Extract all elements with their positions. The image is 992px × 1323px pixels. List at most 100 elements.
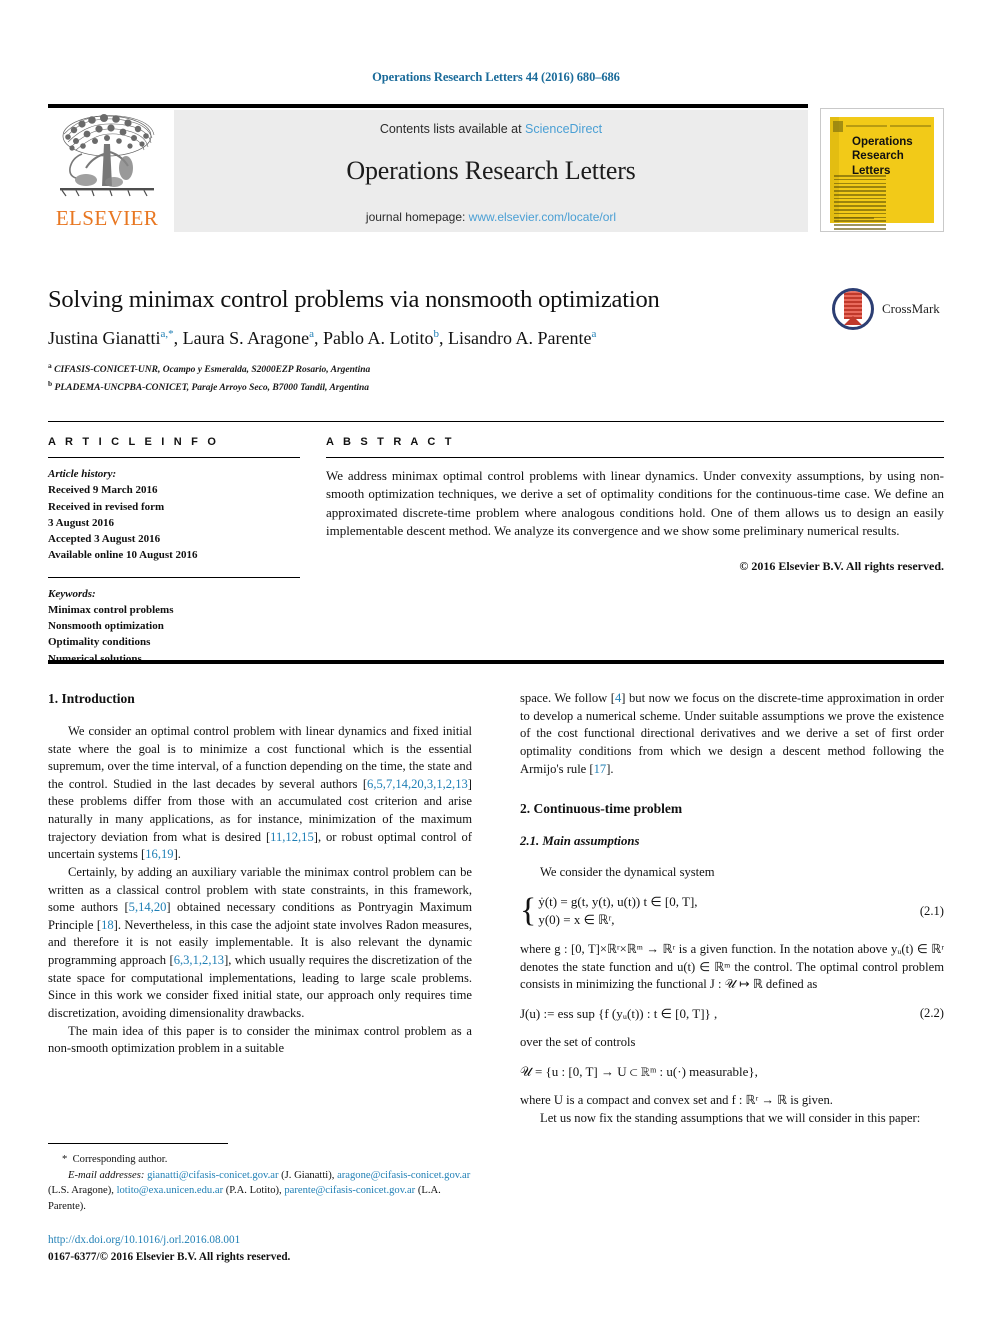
running-head: Operations Research Letters 44 (2016) 68… [372, 70, 620, 84]
equation-2-1-number: (2.1) [919, 903, 944, 918]
crossmark-bars [844, 291, 862, 319]
citation-ref[interactable]: 6,5,7,14,20,3,1,2,13 [367, 777, 468, 791]
abstract-text: We address minimax optimal control probl… [326, 468, 944, 539]
cover-topline-2 [890, 125, 931, 127]
sciencedirect-link[interactable]: ScienceDirect [525, 122, 602, 136]
corresponding-author-line: * Corresponding author. [62, 1154, 168, 1165]
cover-crest-icon [833, 120, 843, 132]
journal-homepage-line: journal homepage: www.elsevier.com/locat… [174, 210, 808, 224]
citation-ref[interactable]: 6,3,1,2,13 [174, 953, 224, 967]
article-history: Article history: Received 9 March 2016 R… [48, 466, 300, 564]
cover-title: Operations Research Letters [852, 136, 913, 177]
history-item: Received in revised form [48, 500, 165, 513]
abstract-heading: A B S T R A C T [326, 436, 455, 448]
right-paragraph-1: space. We follow [4] but now we focus on… [520, 691, 944, 776]
body-column-right: space. We follow [4] but now we focus on… [520, 690, 944, 1127]
elsevier-tree-icon [60, 114, 155, 197]
crossmark-badge[interactable]: CrossMark [832, 288, 944, 334]
subsection-heading-main-assumptions: 2.1. Main assumptions [520, 834, 640, 849]
email-owner: (L.S. Aragone), [48, 1185, 114, 1197]
after-control-set: where U is a compact and convex set and … [520, 1093, 833, 1108]
affiliation-b: b PLADEMA-UNCPBA-CONICET, Paraje Arroyo … [48, 378, 370, 394]
equation-control-set: 𝒰 = {u : [0, T] → U ⊂ ℝᵐ : u(·) measurab… [520, 1063, 944, 1081]
body-column-left: 1. Introduction We consider an optimal c… [48, 690, 472, 1058]
equation-2-2-number: (2.2) [919, 1006, 944, 1021]
history-item: Received 9 March 2016 [48, 484, 158, 497]
doi-block: http://dx.doi.org/10.1016/j.orl.2016.08.… [48, 1232, 508, 1266]
keywords-label: Keywords: [48, 587, 96, 600]
equation-2-1-line-2: y(0) = x ∈ ℝʳ, [538, 912, 615, 928]
asterisk-marker: * [62, 1154, 68, 1165]
footnote-block: * Corresponding author. E-mail addresses… [48, 1152, 472, 1214]
email-link[interactable]: parente@cifasis-conicet.gov.ar [284, 1185, 415, 1196]
footnote-rule [48, 1143, 228, 1144]
citation-ref[interactable]: 11,12,15 [270, 830, 314, 844]
last-paragraph: Let us now fix the standing assumptions … [540, 1110, 921, 1125]
article-page: Operations Research Letters 44 (2016) 68… [0, 0, 992, 1323]
citation-ref[interactable]: 18 [101, 918, 114, 932]
cover-inner: Operations Research Letters [830, 117, 934, 230]
elsevier-wordmark: ELSEVIER [55, 206, 159, 230]
email-link[interactable]: lotito@exa.unicen.edu.ar [117, 1185, 224, 1196]
info-divider [48, 457, 300, 458]
intro-paragraph-1: We consider an optimal control problem w… [48, 723, 472, 862]
info-top-rule [48, 421, 944, 422]
affiliation-a: a CIFASIS-CONICET-UNR, Ocampo y Esmerald… [48, 361, 371, 376]
email-link[interactable]: gianatti@cifasis-conicet.gov.ar [147, 1170, 278, 1181]
title-block: Solving minimax control problems via non… [48, 286, 944, 396]
keyword-item: Numerical solutions [48, 652, 142, 665]
abstract-bottom-rule [48, 660, 944, 664]
citation-ref[interactable]: 16,19 [145, 847, 173, 861]
journal-title: Operations Research Letters [346, 156, 636, 185]
keyword-item: Optimality conditions [48, 636, 151, 649]
article-info-heading: A R T I C L E I N F O [48, 436, 220, 448]
contents-prefix: Contents lists available at [379, 122, 526, 136]
elsevier-logo: ELSEVIER [48, 110, 166, 232]
journal-band: Contents lists available at ScienceDirec… [174, 110, 808, 232]
citation-ref[interactable]: 5,14,20 [129, 900, 167, 914]
equation-control-set-body: 𝒰 = {u : [0, T] → U ⊂ ℝᵐ : u(·) measurab… [520, 1063, 758, 1079]
journal-masthead: ELSEVIER Contents lists available at Sci… [48, 104, 944, 232]
journal-homepage-link[interactable]: www.elsevier.com/locate/orl [469, 210, 616, 224]
doi-link[interactable]: http://dx.doi.org/10.1016/j.orl.2016.08.… [48, 1232, 508, 1249]
history-item: Accepted 3 August 2016 [48, 533, 161, 546]
email-owner: (P.A. Lotito), [225, 1185, 282, 1197]
keyword-item: Minimax control problems [48, 603, 174, 616]
email-addresses: E-mail addresses: gianatti@cifasis-conic… [48, 1168, 472, 1215]
equation-2-1: { ẏ(t) = g(t, y(t), u(t)) t ∈ [0, T], y(… [520, 893, 944, 931]
page-title: Solving minimax control problems via non… [48, 286, 660, 313]
history-label: Article history: [48, 468, 117, 480]
after-eq-2-1: where g : [0, T]×ℝʳ×ℝᵐ → ℝʳ is a given f… [520, 942, 944, 992]
abstract-column: A B S T R A C T We address minimax optim… [326, 436, 944, 574]
intro-paragraph-3: The main idea of this paper is to consid… [48, 1023, 472, 1056]
email-link[interactable]: aragone@cifasis-conicet.gov.ar [337, 1170, 470, 1181]
citation-ref[interactable]: 17 [594, 762, 607, 776]
keywords-list: Keywords: Minimax control problems Nonsm… [48, 586, 300, 667]
equation-2-2: J(u) := ess sup {f (yᵤ(t)) : t ∈ [0, T]}… [520, 1005, 944, 1023]
article-info-column: A R T I C L E I N F O Article history: R… [48, 436, 300, 667]
section-heading-introduction: 1. Introduction [48, 691, 135, 706]
contents-line: Contents lists available at ScienceDirec… [174, 122, 808, 136]
after-eq-2-2: over the set of controls [520, 1035, 636, 1050]
crossmark-icon [832, 288, 874, 330]
cover-topbar [833, 120, 931, 132]
copyright-line: © 2016 Elsevier B.V. All rights reserved… [739, 558, 944, 573]
journal-cover-thumbnail[interactable]: Operations Research Letters [820, 108, 944, 232]
cover-topline [846, 125, 887, 127]
crossmark-label: CrossMark [882, 301, 940, 316]
abstract-divider [326, 457, 944, 458]
keywords-divider [48, 576, 300, 578]
section-heading-continuous-time: 2. Continuous-time problem [520, 801, 683, 817]
email-owner: (J. Gianatti), [281, 1169, 335, 1181]
history-item: Available online 10 August 2016 [48, 549, 198, 562]
history-item: 3 August 2016 [48, 516, 115, 529]
issn-copyright-line: 0167-6377/© 2016 Elsevier B.V. All right… [48, 1250, 291, 1263]
equation-2-1-body: { ẏ(t) = g(t, y(t), u(t)) t ∈ [0, T], y(… [520, 893, 910, 931]
crossmark-arrow-icon [844, 316, 862, 325]
keyword-item: Nonsmooth optimization [48, 620, 164, 633]
intro-paragraph-2: Certainly, by adding an auxiliary variab… [48, 864, 472, 1020]
masthead-top-rule [48, 104, 808, 108]
sec21-lead: We consider the dynamical system [540, 864, 715, 879]
equation-system: ẏ(t) = g(t, y(t), u(t)) t ∈ [0, T], y(0)… [538, 893, 697, 931]
equation-2-2-body: J(u) := ess sup {f (yᵤ(t)) : t ∈ [0, T]}… [520, 1006, 718, 1022]
